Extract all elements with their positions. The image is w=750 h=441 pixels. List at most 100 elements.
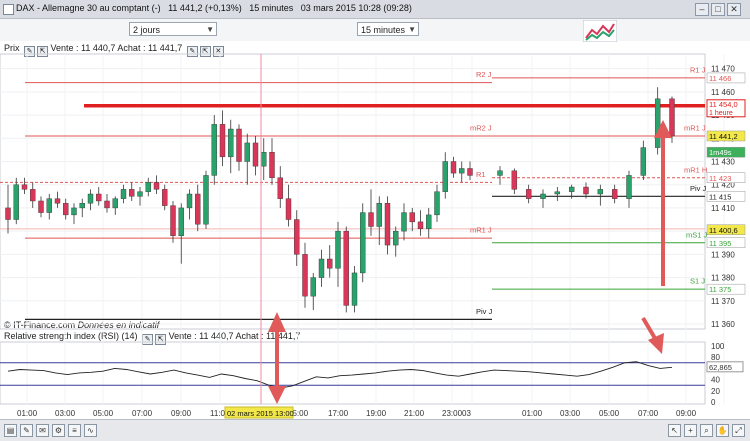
candle-body [252,142,259,167]
candle-body [162,189,168,206]
minimize-icon[interactable]: – [695,3,709,16]
tag-mid: 11 400,6 [709,226,738,235]
candle-body [640,147,647,176]
candle-body [583,186,589,195]
time-tick-label: 09:00 [171,409,192,418]
email-icon[interactable]: ✉ [36,424,49,437]
annotation-arrow-down-to-time [268,358,286,404]
indicator-icon[interactable]: ∿ [84,424,97,437]
level-label: Piv J [476,307,493,316]
candle-body [409,212,415,223]
candle-body [318,258,325,278]
time-tick-label: 19:00 [366,409,387,418]
candle-body [244,142,250,162]
candle-body [261,152,267,167]
time-tick-label: 23:00 [442,409,463,418]
candle-body [195,193,201,225]
crosshair-icon[interactable]: + [684,424,697,437]
tag-sr: 11 454,0 [709,100,738,109]
candle-body [277,177,283,199]
price-tick-label: 11 430 [711,158,735,167]
price-tick-label: 11 470 [711,65,735,74]
window-checkbox[interactable] [3,4,14,15]
candle-body [211,124,217,176]
time-tick-label: 07:00 [638,409,659,418]
candle-body [497,170,503,176]
print-icon[interactable]: ▤ [4,424,17,437]
candle-body [401,212,407,232]
candle-body [327,258,333,269]
candle-body [343,230,349,306]
level-label: S1 J [690,277,705,286]
draw-icon[interactable]: ✎ [20,424,33,437]
time-tick-label: 17:00 [328,409,349,418]
candle-body [13,184,19,220]
zoom-icon[interactable]: ⌕ [700,424,713,437]
candle-body [129,189,135,197]
candle-body [310,277,316,297]
time-tick-label: 03:00 [55,409,76,418]
candle-body [335,230,341,269]
period-select[interactable]: 2 jours ▼ [129,22,217,36]
settings-icon[interactable]: ⚙ [52,424,65,437]
level-label: mR1 H [684,165,707,174]
candle-body [228,128,234,158]
close-icon[interactable]: ✕ [727,3,741,16]
level-label: R1 J [690,65,706,74]
time-tick-label: 05:00 [93,409,114,418]
candle-body [30,189,36,202]
candle-body [46,198,52,213]
hand-icon[interactable]: ✋ [716,424,729,437]
time-tick-label: 03:00 [560,409,581,418]
tag-timer: 1m49s [709,148,732,157]
candle-body [294,219,300,255]
candle-body [467,168,473,176]
tag-sr-sub: 1 heure [709,110,733,117]
candle-body [597,189,604,195]
price-tick-label: 11 360 [711,320,735,329]
price-tick-label: 11 370 [711,297,735,306]
chart-type-icon[interactable]: ≡ [68,424,81,437]
price-tick-label: 11 390 [711,250,735,259]
price-tick-label: 11 410 [711,204,735,213]
price-chart[interactable]: R2 J mR2 J R1 mR1 J Piv J R1 J mR1 J mR1 H Piv J… [0,40,750,420]
candle-body [568,186,575,192]
candle-body [384,203,391,246]
fullscreen-icon[interactable]: ⤢ [732,424,745,437]
candle-body [145,182,151,192]
candle-body [79,203,85,209]
candle-body [669,98,675,137]
candle-body [459,168,465,174]
maximize-icon[interactable]: □ [711,3,725,16]
cursor-icon[interactable]: ↖ [668,424,681,437]
level-label: mR1 J [684,123,706,132]
time-tick-label: 05:00 [599,409,620,418]
level-label: mR2 J [470,123,492,132]
candle-body [38,200,44,213]
candle-body [540,193,546,199]
candle-body [525,189,532,199]
tag-r1: 11 466 [709,74,731,83]
candle-body [120,189,127,199]
candle-body [137,191,143,197]
chart-toolbar: 2 jours ▼ 15 minutes ▼ [0,19,750,41]
rsi-tick-label: 0 [711,398,716,407]
cursor-date-label: 02 mars 2015 13:00 [227,409,294,418]
level-label: R2 J [476,70,492,79]
itfinance-logo [583,20,617,42]
candle-body [236,128,242,162]
candle-body [434,191,440,216]
candle-body [302,254,308,297]
time-tick-label: 21:00 [404,409,425,418]
candle-body [511,170,518,190]
window-title-bar: DAX - Allemagne 30 au comptant (-) 11 44… [0,0,750,19]
candle-body [368,212,374,227]
candle-body [654,98,661,148]
candle-body [554,191,561,195]
time-tick-label: 03 [462,409,471,418]
rsi-tick-label: 80 [711,353,720,362]
level-label: Piv J [690,184,707,193]
tag-mr1h: 11 423 [709,174,731,183]
candle-body [63,203,69,216]
interval-select[interactable]: 15 minutes ▼ [357,22,419,36]
